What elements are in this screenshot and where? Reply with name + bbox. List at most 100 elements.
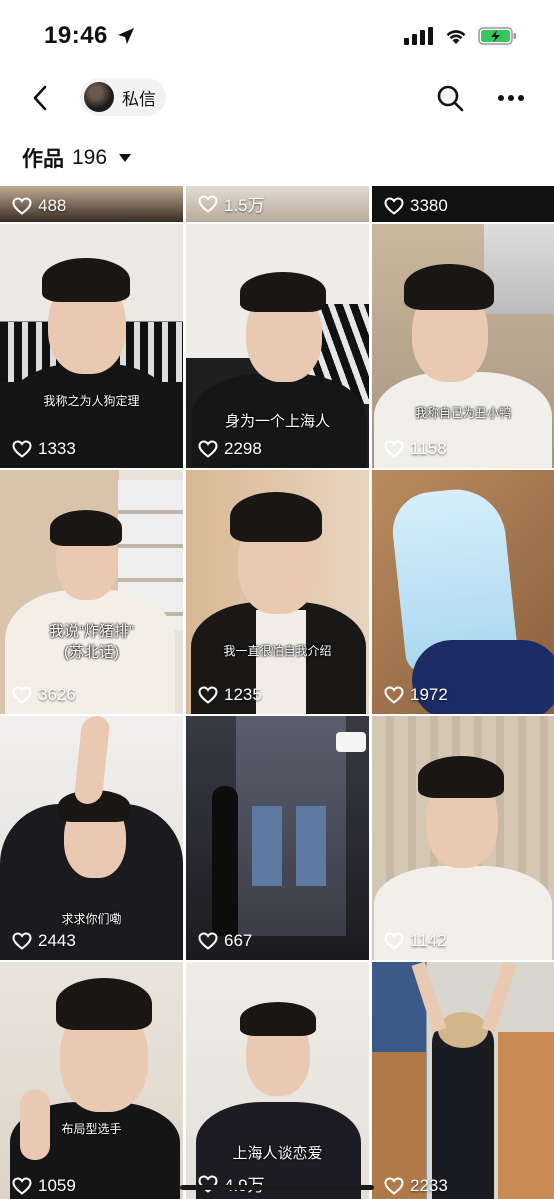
caret-down-icon	[119, 154, 132, 162]
like-count: 1972	[384, 685, 448, 705]
video-caption: 身为一个上海人	[224, 413, 330, 430]
like-count-value: 1059	[38, 1176, 76, 1195]
more-dot-icon	[518, 95, 524, 101]
heart-icon	[198, 686, 218, 704]
like-count: 1235	[198, 685, 262, 705]
video-tile[interactable]: 667	[186, 716, 369, 960]
video-tile[interactable]: 1.5万	[186, 186, 369, 222]
like-count-value: 1333	[38, 439, 76, 458]
cellular-signal-icon	[404, 27, 433, 45]
video-thumbnail	[0, 470, 183, 714]
like-count: 3380	[384, 196, 448, 216]
video-caption: 我说“炸猪排” (苏北话)	[49, 623, 134, 661]
like-count-value: 4.9万	[224, 1171, 265, 1196]
heart-icon	[384, 686, 404, 704]
video-caption: 我一直很怕自我介绍	[223, 644, 332, 658]
location-arrow-icon	[118, 28, 134, 44]
video-tile[interactable]: 3380	[372, 186, 554, 222]
video-thumbnail	[186, 224, 369, 468]
like-count-value: 1158	[410, 439, 447, 458]
heart-icon	[12, 686, 32, 704]
heart-icon	[12, 1177, 32, 1195]
more-dot-icon	[508, 95, 514, 101]
search-icon[interactable]	[434, 82, 466, 114]
chevron-left-icon	[33, 85, 47, 111]
like-count: 1158	[384, 439, 447, 459]
like-count-value: 667	[224, 931, 253, 950]
video-caption: 我称自己为丑小鸭	[414, 406, 511, 420]
avatar	[84, 82, 114, 112]
video-tile[interactable]: 上海人谈恋爱 4.9万	[186, 962, 369, 1199]
heart-icon	[198, 440, 218, 458]
like-count: 1142	[384, 931, 447, 951]
video-tile[interactable]: 求求你们嘞 2443	[0, 716, 183, 960]
video-caption: 求求你们嘞	[61, 912, 122, 926]
video-caption: 上海人谈恋爱	[232, 1145, 323, 1162]
like-count-value: 3626	[38, 685, 76, 704]
video-tile[interactable]: 488	[0, 186, 183, 222]
video-tile[interactable]: 我称自己为丑小鸭 1158	[372, 224, 554, 468]
like-count: 2298	[198, 439, 262, 459]
video-thumbnail	[186, 962, 369, 1199]
home-indicator[interactable]	[180, 1185, 374, 1190]
video-tile[interactable]: 身为一个上海人 2298	[186, 224, 369, 468]
video-tile[interactable]: 我说“炸猪排” (苏北话) 3626	[0, 470, 183, 714]
back-button[interactable]	[22, 80, 58, 116]
works-label: 作品	[22, 148, 64, 171]
like-count: 2233	[384, 1176, 448, 1196]
video-thumbnail	[0, 224, 183, 468]
heart-icon	[384, 1177, 404, 1195]
video-tile[interactable]: 我一直很怕自我介绍 1235	[186, 470, 369, 714]
like-count-value: 488	[38, 196, 67, 215]
wifi-icon	[446, 30, 466, 44]
video-tile[interactable]: 布局型选手 1059	[0, 962, 183, 1199]
like-count: 1059	[12, 1176, 76, 1196]
video-tile[interactable]: 1972	[372, 470, 554, 714]
like-count-value: 3380	[410, 196, 448, 215]
battery-charging-icon	[478, 27, 516, 45]
works-filter-dropdown[interactable]: 作品 196	[22, 142, 132, 174]
heart-icon	[384, 197, 404, 215]
heart-icon	[384, 932, 404, 950]
like-count: 667	[198, 931, 252, 951]
top-nav-bar: 私信	[0, 70, 554, 126]
like-count-value: 2443	[38, 931, 76, 950]
video-thumbnail	[186, 470, 369, 714]
more-options-button[interactable]	[494, 82, 528, 114]
video-caption: 布局型选手	[61, 1122, 122, 1136]
more-dot-icon	[498, 95, 504, 101]
status-time: 19:46	[44, 22, 108, 49]
heart-icon	[198, 194, 218, 213]
like-count-value: 2233	[410, 1176, 448, 1195]
video-tile[interactable]: 我称之为人狗定理 1333	[0, 224, 183, 468]
video-thumbnail	[372, 470, 554, 714]
like-count: 1.5万	[198, 191, 265, 216]
like-count: 3626	[12, 685, 76, 705]
like-count: 1333	[12, 439, 76, 459]
status-bar: 19:46	[0, 0, 554, 70]
video-thumbnail	[372, 962, 554, 1199]
like-count-value: 1235	[224, 685, 262, 704]
heart-icon	[12, 932, 32, 950]
video-grid: 488 1.5万 3380 我称之为人狗定理 1333 身为一个上海人 2298…	[0, 186, 554, 1199]
like-count-value: 2298	[224, 439, 262, 458]
heart-icon	[12, 440, 32, 458]
direct-message-button[interactable]: 私信	[80, 78, 166, 116]
heart-icon	[12, 197, 32, 215]
like-count: 4.9万	[198, 1171, 265, 1196]
like-count: 488	[12, 196, 66, 216]
direct-message-label: 私信	[122, 89, 156, 109]
like-count-value: 1.5万	[224, 196, 265, 215]
video-thumbnail	[0, 962, 183, 1199]
video-thumbnail	[186, 716, 369, 960]
heart-icon	[384, 440, 404, 458]
like-count: 2443	[12, 931, 76, 951]
video-tile[interactable]: 2233	[372, 962, 554, 1199]
video-thumbnail	[372, 224, 554, 468]
like-count-value: 1972	[410, 685, 448, 704]
video-caption: 我称之为人狗定理	[43, 394, 140, 408]
video-tile[interactable]: 1142	[372, 716, 554, 960]
like-count-value: 1142	[410, 931, 447, 950]
works-count: 196	[72, 146, 108, 169]
heart-icon	[198, 932, 218, 950]
